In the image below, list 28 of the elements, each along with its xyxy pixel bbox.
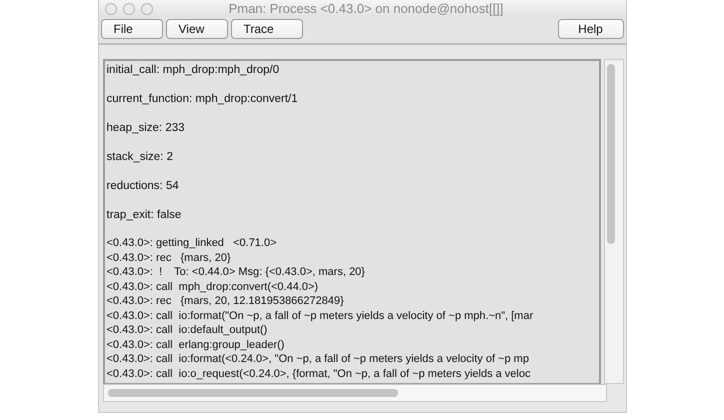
trace-line: <0.43.0>: rec {mars, 20, 12.181953866272849} bbox=[106, 295, 344, 307]
info-text: current_function: mph_drop:convert/1 bbox=[106, 93, 298, 105]
scroll-thumb[interactable] bbox=[606, 64, 614, 244]
window-title: Pman: Process <0.43.0> on nonode@nohost[[]] bbox=[228, 1, 504, 16]
trace-line: <0.43.0>: call io:format("On ~p, a fall of ~p meters yields a velocity of ~p mph.~n", [mar bbox=[106, 310, 534, 322]
info-text: reductions: 54 bbox=[106, 180, 179, 192]
trace-line: <0.43.0>: call io:o_request(<0.24.0>, {format, "On ~p, a fall of ~p meters yields a veloc bbox=[106, 368, 530, 380]
trace-line: <0.43.0>: call io:default_output() bbox=[106, 324, 268, 336]
horizontal-scrollbar[interactable] bbox=[102, 384, 606, 402]
window-control-icon[interactable] bbox=[122, 2, 134, 14]
trace-line: <0.43.0>: call erlang:group_leader() bbox=[106, 338, 284, 350]
info-text: heap_size: 233 bbox=[106, 122, 185, 134]
info-text: initial_call: mph_drop:mph_drop/0 bbox=[106, 64, 280, 76]
menu-button[interactable]: Trace bbox=[230, 19, 302, 39]
trace-line: <0.43.0>: rec {mars, 20} bbox=[106, 252, 231, 264]
vertical-scrollbar[interactable] bbox=[604, 59, 624, 384]
info-text: trap_exit: false bbox=[106, 209, 182, 221]
window-control-icon[interactable] bbox=[140, 2, 152, 14]
menu-button[interactable]: View bbox=[166, 19, 228, 39]
trace-line: <0.43.0>: call io:format(<0.24.0>, "On ~p, a fall of ~p meters yields a velocity of ~p mp bbox=[106, 353, 529, 365]
scroll-thumb[interactable] bbox=[108, 389, 398, 397]
window-control-icon[interactable] bbox=[104, 2, 116, 14]
trace-line: <0.43.0>: call mph_drop:convert(<0.44.0>) bbox=[106, 280, 318, 292]
menu-button[interactable]: File bbox=[100, 19, 162, 39]
info-text: stack_size: 2 bbox=[106, 151, 173, 163]
trace-line: <0.43.0>: getting_linked <0.71.0> bbox=[106, 237, 277, 249]
trace-line: <0.43.0>: ! To: <0.44.0> Msg: {<0.43.0>, mars, 20} bbox=[106, 266, 365, 278]
help-menu-button[interactable]: Help bbox=[558, 19, 624, 39]
